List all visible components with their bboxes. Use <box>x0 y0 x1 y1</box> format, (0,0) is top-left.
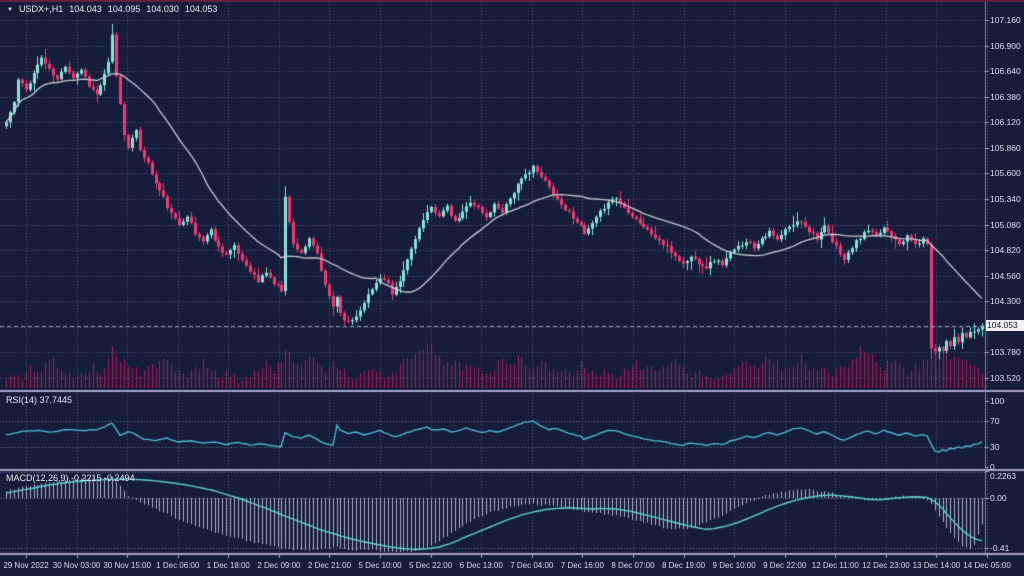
symbol-info-bar: ▼ USDX+,H1 104.043 104.095 104.030 104.0… <box>7 4 217 14</box>
time-axis-label: 9 Dec 22:00 <box>763 561 806 570</box>
ohlc-low-value: 104.030 <box>146 4 179 14</box>
time-axis-label: 7 Dec 16:00 <box>561 561 604 570</box>
time-axis-label: 8 Dec 19:00 <box>662 561 705 570</box>
chart-canvas[interactable] <box>0 0 1024 576</box>
price-axis-label: 107.160 <box>990 15 1021 25</box>
price-axis-label: 105.340 <box>990 194 1021 204</box>
time-axis-label: 8 Dec 07:00 <box>611 561 654 570</box>
ohlc-close-value: 104.053 <box>185 4 218 14</box>
symbol-timeframe-label: USDX+,H1 <box>19 4 63 14</box>
mt5-chart-window: ▼ USDX+,H1 104.043 104.095 104.030 104.0… <box>0 0 1024 576</box>
price-axis-label: 106.900 <box>990 41 1021 51</box>
ohlc-high-value: 104.095 <box>108 4 141 14</box>
rsi-axis-label: 70 <box>990 416 999 426</box>
time-axis-label: 12 Dec 11:00 <box>812 561 859 570</box>
window-top-border <box>0 0 1024 2</box>
time-axis-label: 30 Nov 15:00 <box>103 561 151 570</box>
time-axis-label: 13 Dec 14:00 <box>913 561 961 570</box>
time-axis-label: 6 Dec 13:00 <box>460 561 503 570</box>
time-axis-label: 2 Dec 09:00 <box>257 561 300 570</box>
macd-indicator-label: MACD(12,26,9) -0.2215 -0.2494 <box>6 473 135 483</box>
time-axis-label: 1 Dec 06:00 <box>156 561 199 570</box>
time-axis-label: 5 Dec 22:00 <box>409 561 452 570</box>
rsi-axis-label: 30 <box>990 442 999 452</box>
chevron-down-icon[interactable]: ▼ <box>7 6 13 13</box>
price-axis-label: 106.120 <box>990 117 1021 127</box>
price-axis-label: 104.560 <box>990 271 1021 281</box>
time-axis-label: 5 Dec 10:00 <box>358 561 401 570</box>
price-axis-label: 105.860 <box>990 143 1021 153</box>
current-price-badge: 104.053 <box>986 320 1024 331</box>
macd-axis-label: 0.2263 <box>990 471 1016 481</box>
rsi-axis-label: 100 <box>990 396 1004 406</box>
time-axis-label: 9 Dec 10:00 <box>713 561 756 570</box>
rsi-indicator-label: RSI(14) 37.7445 <box>6 395 72 405</box>
time-axis-label: 1 Dec 18:00 <box>207 561 250 570</box>
price-axis-label: 103.780 <box>990 347 1021 357</box>
time-axis-label: 29 Nov 2022 <box>3 561 48 570</box>
macd-axis-label: -0.41 <box>990 543 1009 553</box>
price-axis-label: 104.820 <box>990 245 1021 255</box>
time-axis-label: 30 Nov 03:00 <box>53 561 101 570</box>
price-axis-label: 105.600 <box>990 168 1021 178</box>
time-axis-label: 2 Dec 21:00 <box>308 561 351 570</box>
price-axis-label: 103.520 <box>990 373 1021 383</box>
price-axis-label: 106.380 <box>990 92 1021 102</box>
ohlc-open-value: 104.043 <box>69 4 102 14</box>
price-axis-label: 105.080 <box>990 220 1021 230</box>
time-axis-label: 14 Dec 05:00 <box>963 561 1011 570</box>
price-axis-label: 106.640 <box>990 66 1021 76</box>
time-axis-label: 12 Dec 23:00 <box>862 561 910 570</box>
price-axis-label: 104.300 <box>990 296 1021 306</box>
time-axis-label: 7 Dec 04:00 <box>510 561 553 570</box>
macd-axis-label: 0.00 <box>990 493 1007 503</box>
